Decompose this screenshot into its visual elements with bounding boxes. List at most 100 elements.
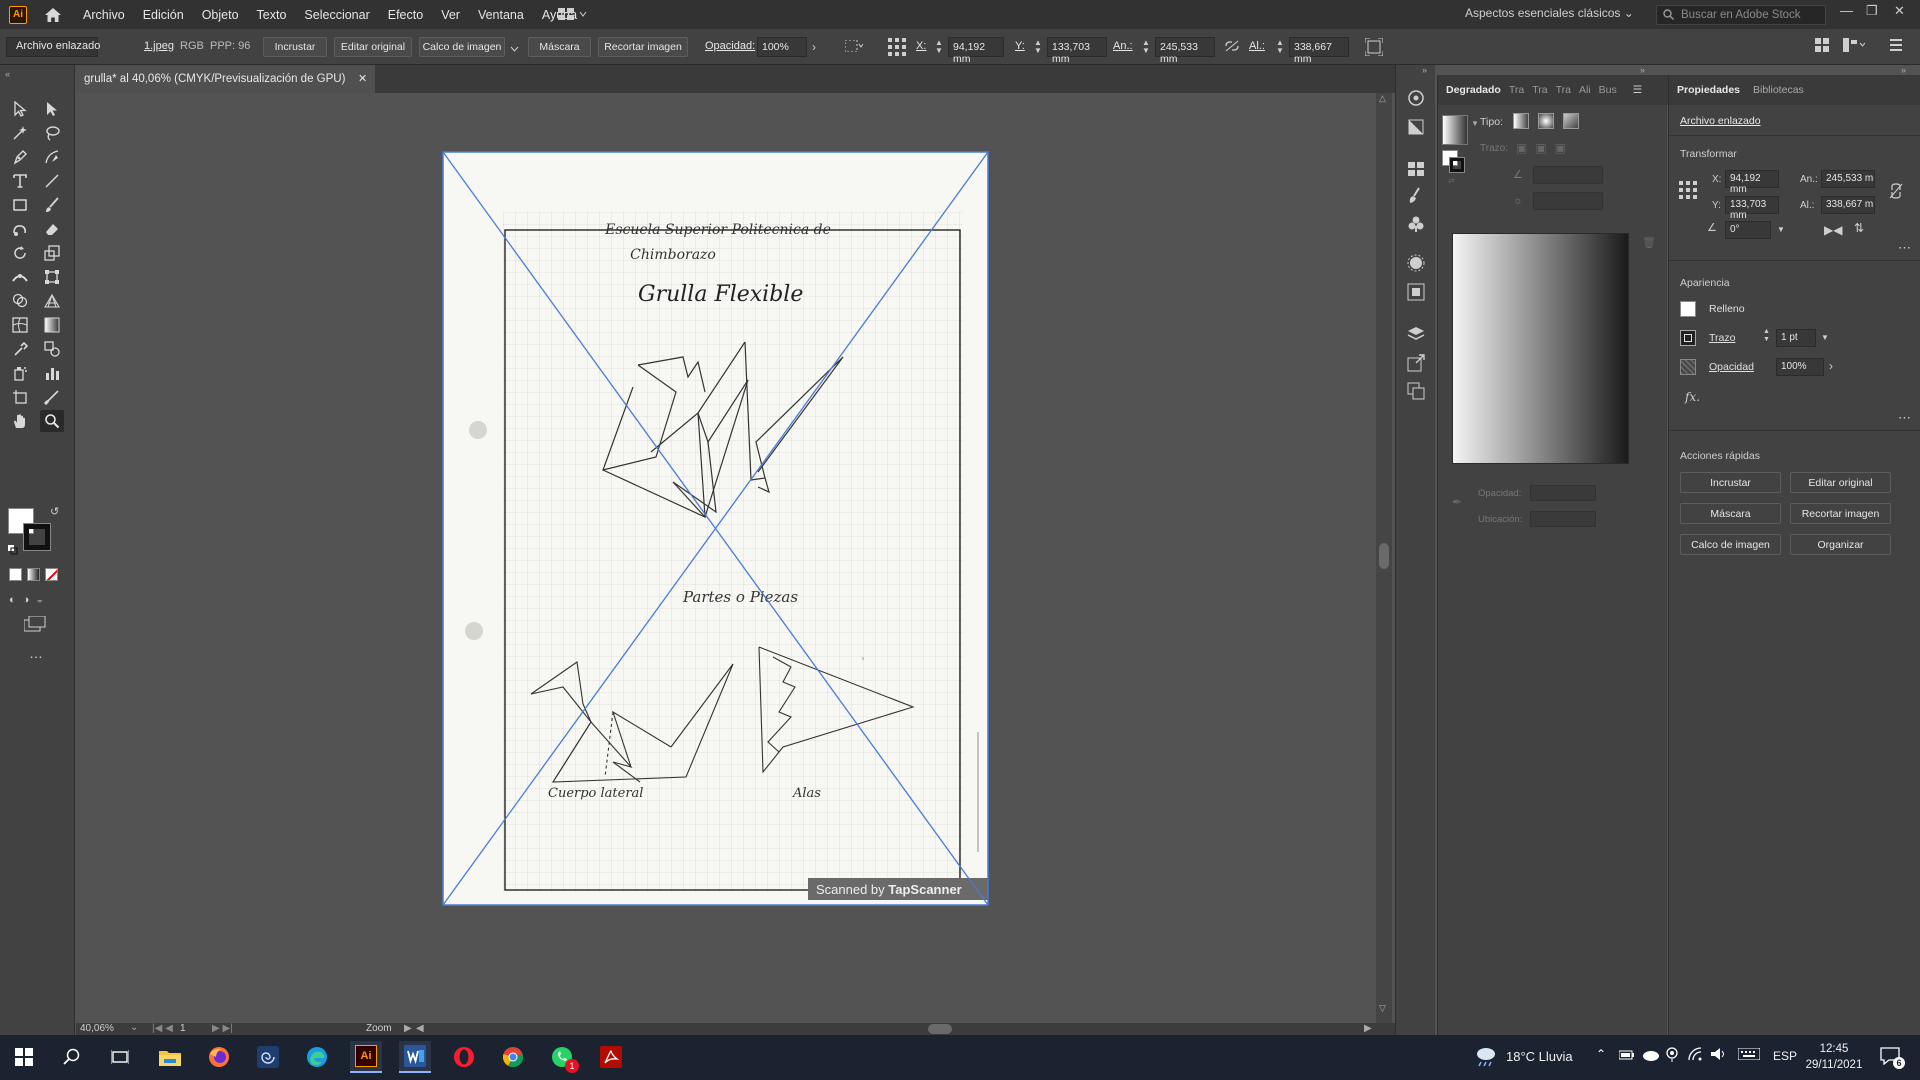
gradient-panel-menu-icon[interactable]: ☰ (1633, 84, 1642, 96)
menu-archivo[interactable]: Archivo (83, 8, 125, 22)
stroke-weight-stepper-icon[interactable]: ▲ ▼ (1763, 328, 1770, 344)
collapse-gradient-panel-icon[interactable]: » (1640, 65, 1645, 75)
vertical-scroll-thumb[interactable] (1379, 543, 1389, 569)
menu-efecto[interactable]: Efecto (388, 8, 423, 22)
default-fill-stroke-icon[interactable] (8, 545, 18, 558)
document-tab[interactable]: grulla* al 40,06% (CMYK/Previsualización… (75, 65, 375, 93)
stroke-weight-chevron-down-icon[interactable]: ▼ (1821, 333, 1829, 342)
props-rotate-input[interactable]: 0° (1725, 221, 1771, 239)
opacity-label-props[interactable]: Opacidad (1709, 361, 1754, 373)
solid-color-icon[interactable] (9, 568, 22, 581)
graphic-styles-panel-icon[interactable] (1407, 283, 1425, 304)
edit-original-button[interactable]: Editar original (334, 37, 412, 57)
file-explorer-icon[interactable] (154, 1041, 186, 1073)
scroll-up-icon[interactable]: △ (1379, 93, 1386, 104)
appearance-stroke-swatch[interactable] (1680, 330, 1696, 346)
gradient-preview[interactable] (1452, 233, 1629, 464)
rectangle-tool-icon[interactable] (8, 194, 32, 216)
control-bar-menu-icon[interactable] (1890, 38, 1902, 55)
arrange-documents-icon[interactable] (558, 7, 588, 24)
volume-icon[interactable] (1710, 1047, 1728, 1064)
scroll-right-icon[interactable]: ▶ (1364, 1023, 1372, 1034)
shape-builder-tool-icon[interactable] (8, 290, 32, 312)
gradient-tool-icon[interactable] (40, 314, 64, 336)
app-spiral-icon[interactable] (252, 1041, 284, 1073)
gradient-swatch[interactable] (1442, 115, 1468, 145)
scale-tool-icon[interactable] (40, 242, 64, 264)
qa-edit-original-button[interactable]: Editar original (1790, 472, 1891, 493)
close-tab-icon[interactable]: ✕ (358, 72, 367, 85)
zoom-tool-icon[interactable] (40, 410, 64, 432)
gradient-swatch-chevron-down-icon[interactable]: ▼ (1471, 119, 1479, 128)
radial-gradient-type-icon[interactable] (1538, 113, 1554, 129)
rotate-tool-icon[interactable] (8, 242, 32, 264)
task-view-icon[interactable] (104, 1041, 136, 1073)
direct-selection-tool-icon[interactable] (40, 98, 64, 120)
crop-image-button[interactable]: Recortar imagen (598, 37, 688, 57)
x-stepper-icon[interactable]: ▲ ▼ (935, 39, 943, 55)
menu-ver[interactable]: Ver (441, 8, 460, 22)
artboard-tool-icon[interactable] (8, 386, 32, 408)
collapse-dock-icon[interactable]: » (1422, 65, 1427, 75)
column-graph-tool-icon[interactable] (40, 362, 64, 384)
qa-image-trace-button[interactable]: Calco de imagen (1680, 534, 1781, 555)
stroke-swatch[interactable] (23, 523, 51, 551)
props-opacity-chevron-right-icon[interactable]: › (1829, 359, 1833, 373)
flip-vertical-icon[interactable]: ⇅ (1854, 221, 1864, 235)
blend-tool-icon[interactable] (40, 338, 64, 360)
color-panel-icon[interactable] (1407, 118, 1425, 139)
windows-start-icon[interactable] (8, 1041, 40, 1073)
line-segment-tool-icon[interactable] (40, 170, 64, 192)
none-color-icon[interactable] (45, 568, 58, 581)
menu-edicion[interactable]: Edición (143, 8, 184, 22)
trace-preset-chevron-down-icon[interactable] (510, 43, 519, 55)
selection-tool-icon[interactable] (8, 98, 32, 120)
free-transform-tool-icon[interactable] (40, 266, 64, 288)
status-menu-arrow-icon[interactable]: ▶ (404, 1023, 412, 1034)
constrain-proportions-link-icon[interactable] (1224, 40, 1240, 55)
word-taskbar-icon[interactable] (399, 1041, 431, 1073)
symbols-panel-icon[interactable] (1407, 215, 1425, 236)
layers-panel-icon[interactable] (1407, 325, 1425, 346)
scroll-left-icon[interactable]: ◀ (416, 1023, 424, 1034)
draw-behind-icon[interactable]: ◑ (23, 594, 30, 606)
gradient-mode-icon[interactable] (27, 568, 40, 581)
menu-texto[interactable]: Texto (257, 8, 287, 22)
mesh-tool-icon[interactable] (8, 314, 32, 336)
embed-button[interactable]: Incrustar (263, 37, 327, 57)
tab-alinear[interactable]: Ali (1579, 84, 1591, 96)
opacity-label[interactable]: Opacidad: (705, 40, 755, 52)
perspective-grid-tool-icon[interactable] (40, 290, 64, 312)
panel-layout-icon[interactable] (1843, 38, 1866, 55)
onedrive-cloud-icon[interactable] (1642, 1049, 1660, 1064)
swap-fill-stroke-icon[interactable]: ↺ (50, 505, 59, 518)
props-object-type[interactable]: Archivo enlazado (1680, 115, 1761, 127)
tab-transparencia[interactable]: Tra (1509, 84, 1524, 96)
lasso-tool-icon[interactable] (40, 122, 64, 144)
stock-search-input[interactable]: Buscar en Adobe Stock (1656, 5, 1826, 25)
show-hidden-icons-chevron-up-icon[interactable]: ⌃ (1596, 1047, 1606, 1061)
workspace-switcher[interactable]: Aspectos esenciales clásicos ⌄ (1465, 6, 1634, 20)
slice-tool-icon[interactable] (40, 386, 64, 408)
asset-export-panel-icon[interactable] (1407, 354, 1425, 375)
stroke-label[interactable]: Trazo (1709, 332, 1735, 344)
menu-ventana[interactable]: Ventana (478, 8, 524, 22)
qa-crop-image-button[interactable]: Recortar imagen (1790, 503, 1891, 524)
artboard-number-field[interactable]: 1 (180, 1023, 186, 1034)
mask-button[interactable]: Máscara (528, 37, 591, 57)
stroke-weight-input[interactable]: 1 pt (1776, 329, 1816, 347)
opacity-chevron-right-icon[interactable]: › (812, 40, 816, 54)
home-icon[interactable] (43, 5, 63, 25)
tab-trazo[interactable]: Tra (1532, 84, 1547, 96)
eyedropper-tool-icon[interactable] (8, 338, 32, 360)
chrome-icon[interactable] (497, 1041, 529, 1073)
rotate-chevron-down-icon[interactable]: ▼ (1777, 225, 1785, 234)
appearance-panel-icon[interactable] (1407, 254, 1425, 275)
taskbar-search-icon[interactable] (56, 1041, 88, 1073)
wifi-icon[interactable] (1688, 1047, 1704, 1064)
height-input[interactable]: 338,667 mm (1289, 37, 1349, 65)
flip-horizontal-icon[interactable]: ▶◀ (1824, 223, 1842, 237)
tab-degradado[interactable]: Degradado (1446, 84, 1501, 96)
props-w-input[interactable]: 245,533 mr (1821, 170, 1875, 188)
scroll-down-icon[interactable]: ▽ (1379, 1003, 1386, 1014)
